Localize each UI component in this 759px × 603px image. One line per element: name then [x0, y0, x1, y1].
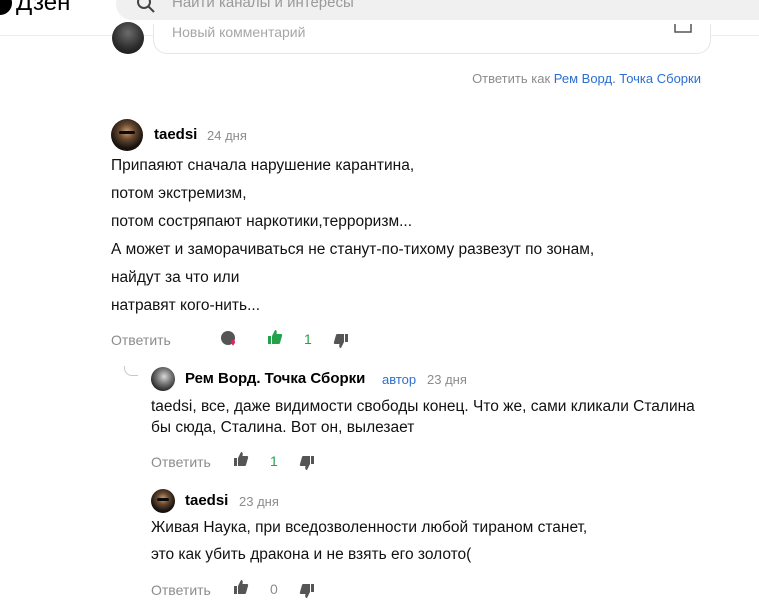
search-placeholder: Найти каналы и интересы [172, 0, 354, 11]
reply-button[interactable]: Ответить [111, 330, 171, 350]
like-count: 1 [304, 331, 312, 347]
search-icon [137, 0, 155, 13]
logo-text: Дзен [16, 0, 71, 16]
author-badge: автор [382, 372, 417, 387]
thread-connector [124, 366, 138, 376]
like-icon[interactable] [266, 328, 284, 346]
comment-author[interactable]: Рем Ворд. Точка Сборки [185, 370, 365, 387]
dzen-logo[interactable]: Дзен [0, 0, 70, 18]
dislike-icon[interactable] [298, 454, 316, 472]
current-user-avatar [112, 22, 144, 54]
comment-text-line: потом экстремизм, [111, 185, 247, 202]
comment-text-line: бы сюда, Сталина. Вот он, вылезает [151, 419, 415, 436]
reply-as-prefix: Ответить как [472, 71, 551, 86]
image-attach-icon[interactable] [674, 24, 692, 34]
comment-text-line: taedsi, все, даже видимости свободы коне… [151, 398, 695, 415]
search-input[interactable]: Найти каналы и интересы [116, 0, 759, 20]
comment-text-line: это как убить дракона и не взять его зол… [151, 546, 472, 563]
like-count: 1 [270, 453, 278, 469]
dislike-icon[interactable] [298, 582, 316, 600]
new-comment-input[interactable]: Новый комментарий [153, 24, 711, 54]
comment-date: 24 дня [207, 128, 247, 143]
comment-text-line: натравят кого-нить... [111, 297, 261, 314]
comment-date: 23 дня [427, 372, 467, 387]
avatar[interactable] [151, 367, 175, 391]
like-icon[interactable] [232, 450, 250, 468]
logo-mark-icon [0, 0, 12, 15]
new-comment-row: Новый комментарий [108, 22, 728, 60]
comment-author[interactable]: taedsi [154, 126, 197, 143]
comment-date: 23 дня [239, 494, 279, 509]
reply-as-label: Ответить как Рем Ворд. Точка Сборки [472, 71, 701, 86]
comment-text-line: найдут за что или [111, 269, 240, 286]
comment-text-line: А может и заморачиваться не станут-по-ти… [111, 241, 595, 258]
reply-button[interactable]: Ответить [151, 580, 211, 600]
avatar[interactable] [111, 119, 143, 151]
author-liked-heart-icon [221, 331, 235, 346]
avatar[interactable] [151, 489, 175, 513]
new-comment-placeholder: Новый комментарий [172, 24, 306, 40]
comment-text-line: Живая Наука, при вседозволенности любой … [151, 519, 588, 536]
comment-text-line: потом состряпают наркотики,терроризм... [111, 213, 413, 230]
comment-text-line: Припаяют сначала нарушение карантина, [111, 157, 415, 174]
dislike-icon[interactable] [332, 332, 350, 350]
like-count: 0 [270, 581, 278, 597]
reply-button[interactable]: Ответить [151, 452, 211, 472]
comment-author[interactable]: taedsi [185, 492, 228, 509]
reply-as-name-link[interactable]: Рем Ворд. Точка Сборки [554, 71, 701, 86]
like-icon[interactable] [232, 578, 250, 596]
